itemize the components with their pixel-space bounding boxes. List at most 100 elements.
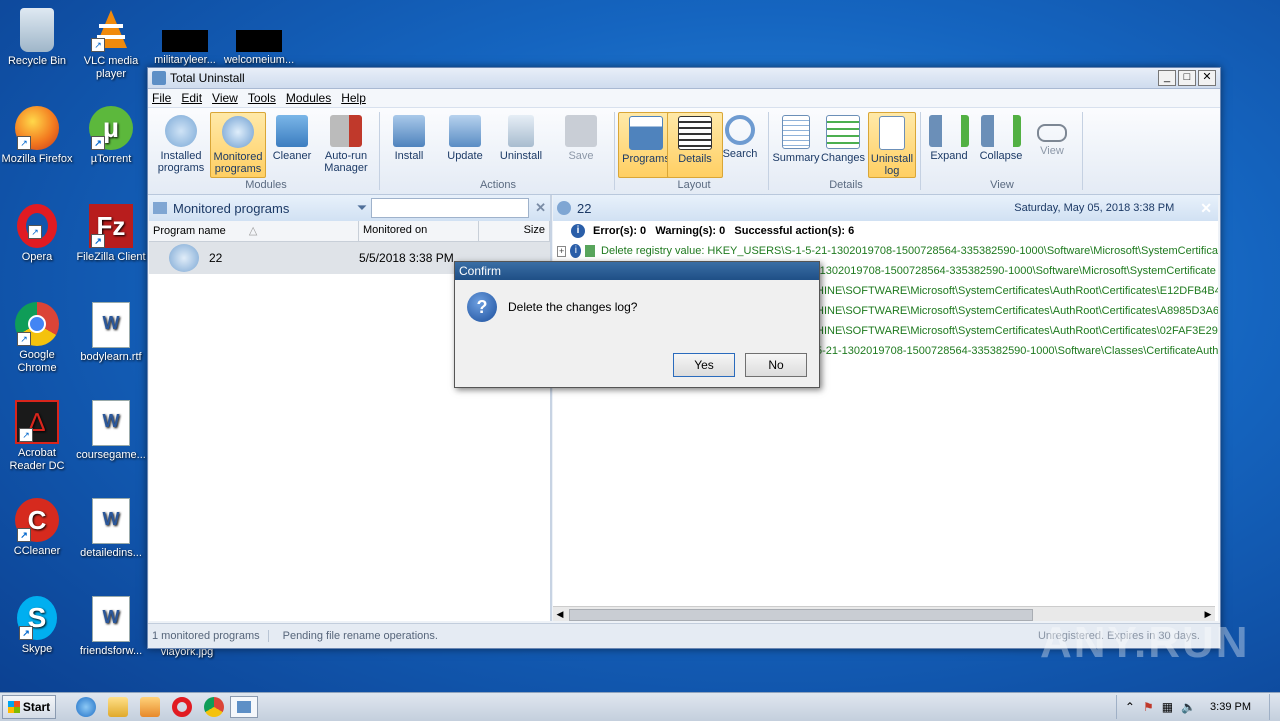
ccleaner-icon: C ↗: [15, 498, 59, 542]
windows-logo-icon: [7, 701, 20, 713]
panel-header: Monitored programs ⏷ ✕: [149, 195, 550, 221]
desktop-icon-label: Skype: [21, 643, 53, 655]
show-hidden-icons[interactable]: ⌃: [1125, 700, 1135, 714]
desktop-icon-bodylearn[interactable]: W bodylearn.rtf: [74, 302, 148, 364]
desktop-icon-label: militaryleer...: [154, 54, 216, 66]
button-label: Details: [678, 153, 712, 165]
summary-button[interactable]: Summary: [769, 112, 823, 176]
button-label: Uninstall log: [870, 153, 914, 177]
column-program-name[interactable]: Program name △: [149, 221, 359, 241]
clear-filter-icon[interactable]: ✕: [535, 200, 546, 216]
search-button[interactable]: Search: [713, 112, 767, 176]
install-button[interactable]: Install: [382, 112, 436, 176]
panel-title: Monitored programs: [173, 200, 290, 216]
scrollbar-thumb[interactable]: [569, 609, 1033, 621]
monitored-programs-icon: [222, 116, 254, 148]
desktop-icon-utorrent[interactable]: µ ↗ µTorrent: [74, 106, 148, 166]
view-button[interactable]: View: [1025, 112, 1079, 176]
filter-icon[interactable]: ⏷: [357, 200, 367, 216]
button-label: Summary: [772, 152, 820, 164]
collapse-button[interactable]: Collapse: [974, 112, 1028, 176]
desktop-icon-welcomeium[interactable]: welcomeium...: [222, 30, 296, 67]
expand-button[interactable]: Expand: [922, 112, 976, 176]
monitor-icon: [153, 202, 167, 214]
log-line[interactable]: + i Delete registry value: HKEY_USERS\S-…: [553, 241, 1218, 261]
uninstall-log-button[interactable]: Uninstall log: [868, 112, 916, 178]
desktop-icon-coursegame[interactable]: W coursegame...: [74, 400, 148, 462]
filter-input[interactable]: [371, 198, 530, 218]
dialog-message: Delete the changes log?: [508, 300, 638, 314]
install-icon: [393, 115, 425, 147]
close-button[interactable]: ✕: [1198, 70, 1216, 86]
skype-icon: S ↗: [17, 596, 57, 640]
button-label: Programs: [622, 153, 670, 165]
desktop-icon-vlc[interactable]: ↗ VLC media player: [74, 8, 148, 81]
log-summary: i Error(s): 0 Warning(s): 0 Successful a…: [553, 221, 1218, 241]
column-size[interactable]: Size: [479, 221, 550, 241]
uninstall-button[interactable]: Uninstall: [494, 112, 548, 176]
column-monitored-on[interactable]: Monitored on: [359, 221, 479, 241]
menu-tools[interactable]: Tools: [248, 91, 276, 105]
chrome-icon: ↗: [15, 302, 59, 346]
panel-header: 22 Saturday, May 05, 2018 3:38 PM ✕: [553, 195, 1218, 221]
cleaner-button[interactable]: Cleaner: [265, 112, 319, 176]
desktop-icon-label: µTorrent: [90, 153, 132, 165]
auto-run-manager-button[interactable]: Auto-run Manager: [319, 112, 373, 176]
scroll-left-arrow[interactable]: ◀: [553, 607, 567, 621]
no-button[interactable]: No: [745, 353, 807, 377]
desktop-icon-acrobat[interactable]: ∆ ↗ Acrobat Reader DC: [0, 400, 74, 473]
desktop-icon-militaryleer[interactable]: militaryleer...: [148, 30, 222, 67]
info-icon: i: [570, 244, 582, 258]
installed-programs-button[interactable]: Installed programs: [154, 112, 208, 176]
chrome-taskbar-icon[interactable]: [204, 697, 224, 717]
media-player-icon[interactable]: [140, 697, 160, 717]
ie-icon[interactable]: [76, 697, 96, 717]
desktop-icon-label: VLC media player: [83, 55, 139, 80]
menu-file[interactable]: File: [152, 91, 171, 105]
app-icon: [152, 71, 166, 85]
programs-layout-button[interactable]: Programs: [618, 112, 674, 178]
yes-button[interactable]: Yes: [673, 353, 735, 377]
taskbar-total-uninstall[interactable]: [230, 696, 258, 718]
menu-edit[interactable]: Edit: [181, 91, 202, 105]
vlc-icon: ↗: [89, 8, 133, 52]
button-label: Monitored programs: [213, 151, 263, 175]
truck-icon: [330, 115, 362, 147]
opera-taskbar-icon[interactable]: [172, 697, 192, 717]
network-icon[interactable]: ▦: [1162, 700, 1173, 714]
button-label: Collapse: [979, 150, 1023, 162]
menu-help[interactable]: Help: [341, 91, 366, 105]
dialog-title[interactable]: Confirm: [455, 262, 819, 280]
desktop-icon-skype[interactable]: S ↗ Skype: [0, 596, 74, 656]
desktop-icon-recycle-bin[interactable]: Recycle Bin: [0, 8, 74, 68]
desktop-icon-ccleaner[interactable]: C ↗ CCleaner: [0, 498, 74, 558]
show-desktop-button[interactable]: [1269, 694, 1280, 720]
save-button[interactable]: Save: [554, 112, 608, 176]
minimize-button[interactable]: _: [1158, 70, 1176, 86]
volume-icon[interactable]: 🔈: [1181, 700, 1196, 714]
explorer-icon[interactable]: [108, 697, 128, 717]
programs-layout-icon: [629, 116, 663, 150]
menu-view[interactable]: View: [212, 91, 238, 105]
menu-modules[interactable]: Modules: [286, 91, 331, 105]
desktop-icon-opera[interactable]: ↗ Opera: [0, 204, 74, 264]
total-uninstall-icon: [237, 701, 251, 713]
close-panel-icon[interactable]: ✕: [1200, 200, 1212, 217]
action-center-icon[interactable]: ⚑: [1143, 700, 1154, 714]
desktop-icon-friendsforw[interactable]: W friendsforw...: [74, 596, 148, 658]
changes-button[interactable]: Changes: [816, 112, 870, 176]
status-pending: Pending file rename operations.: [282, 630, 438, 642]
desktop-icon-detailedins[interactable]: W detailedins...: [74, 498, 148, 560]
desktop-icon-filezilla[interactable]: Fz ↗ FileZilla Client: [74, 204, 148, 264]
start-button[interactable]: Start: [2, 695, 56, 719]
desktop-icon-firefox[interactable]: ↗ Mozilla Firefox: [0, 106, 74, 166]
update-button[interactable]: Update: [438, 112, 492, 176]
window-titlebar[interactable]: Total Uninstall _ □ ✕: [148, 68, 1220, 89]
clock[interactable]: 3:39 PM: [1210, 701, 1251, 713]
button-label: View: [1040, 145, 1064, 157]
expand-node-icon[interactable]: +: [557, 245, 567, 257]
button-label: Auto-run Manager: [324, 150, 368, 174]
maximize-button[interactable]: □: [1178, 70, 1196, 86]
monitored-programs-button[interactable]: Monitored programs: [210, 112, 266, 178]
desktop-icon-chrome[interactable]: ↗ Google Chrome: [0, 302, 74, 375]
